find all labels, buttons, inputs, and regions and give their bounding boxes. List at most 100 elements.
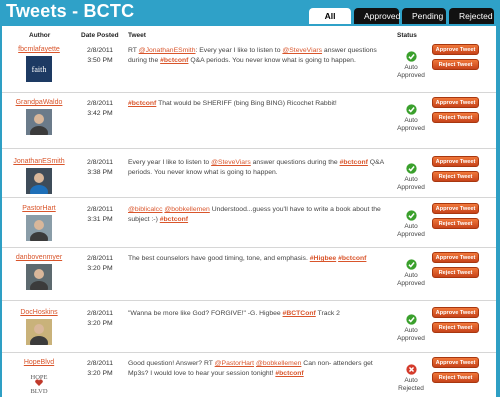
hashtag-link[interactable]: #BCTConf [283,310,316,317]
time-text: 3:20 PM [87,319,113,327]
author-link[interactable]: danbovenmyer [8,254,70,261]
check-icon [405,210,417,221]
status-text: Auto Approved [397,64,425,80]
reject-tweet-button[interactable]: Reject Tweet [432,218,479,229]
row-actions: Approve Tweet Reject Tweet [432,44,480,74]
date-text: 2/8/2011 [87,255,113,262]
reject-tweet-button[interactable]: Reject Tweet [432,171,479,182]
mention-link[interactable]: @SteveViars [211,159,251,166]
date-text: 2/8/2011 [87,360,113,367]
row-actions: Approve Tweet Reject Tweet [432,97,480,127]
hashtag-link[interactable]: #bctconf [340,159,368,166]
time-text: 3:20 PM [87,369,113,377]
table-row: fbcmlafayette faith 2/8/2011 3:50 PM RT @Jon… [2,40,498,93]
date-text: 2/8/2011 [87,159,113,166]
author-cell: danbovenmyer [8,254,70,290]
author-link[interactable]: fbcmlafayette [8,46,70,53]
date-posted: 2/8/2011 3:20 PM [79,359,121,378]
tweet-text: @biblicalcc @bobkellemen Understood...gu… [128,206,381,223]
author-cell: GrandpaWaldo [8,99,70,135]
check-icon [405,51,417,62]
avatar-logo-text: faith [32,65,47,74]
avatar-logo-text: BLVD [30,388,47,395]
avatar[interactable] [26,168,52,194]
mention-link[interactable]: @PastorHart [215,360,254,367]
avatar[interactable] [26,215,52,241]
hashtag-link[interactable]: #bctconf [160,216,188,223]
time-text: 3:50 PM [87,56,113,64]
date-text: 2/8/2011 [87,47,113,54]
scrollbar[interactable] [496,26,500,397]
column-header-tweet: Tweet [128,32,146,39]
date-text: 2/8/2011 [87,206,113,213]
mention-link[interactable]: @bobkellemen [164,206,209,213]
status-badge: Auto Approved [394,210,428,240]
reject-tweet-button[interactable]: Reject Tweet [432,112,479,123]
author-cell: DocHoskins [8,309,70,345]
x-icon [405,364,417,375]
tweet-text: Every year I like to listen to @SteveVia… [128,159,384,176]
approve-tweet-button[interactable]: Approve Tweet [432,252,479,263]
tweet-text: #bctconf That would be SHERIFF (bing Bin… [128,100,337,107]
tab-all[interactable]: All [309,8,351,24]
reject-tweet-button[interactable]: Reject Tweet [432,267,479,278]
time-text: 3:20 PM [87,264,113,272]
avatar-logo-text: HOPE [31,374,48,381]
status-text: Auto Approved [397,176,425,192]
tweet-text: The best counselors have good timing, to… [128,255,367,262]
date-text: 2/8/2011 [87,100,113,107]
tab-rejected[interactable]: Rejected [449,8,494,24]
reject-tweet-button[interactable]: Reject Tweet [432,322,479,333]
mention-link[interactable]: @biblicalcc [128,206,162,213]
status-badge: Auto Approved [394,259,428,289]
filter-tabs: All Approved Pending Rejected [309,8,494,24]
avatar[interactable] [26,264,52,290]
row-actions: Approve Tweet Reject Tweet [432,156,480,186]
author-cell: HopeBlvd HOPE BLVD [8,359,70,395]
mention-link[interactable]: @bobkellemen [256,360,301,367]
author-link[interactable]: GrandpaWaldo [8,99,70,106]
row-actions: Approve Tweet Reject Tweet [432,203,480,233]
page-title: Tweets - BCTC [6,1,135,21]
avatar[interactable] [26,319,52,345]
hashtag-link[interactable]: #Higbee [310,255,336,262]
table-row: danbovenmyer 2/8/2011 3:20 PM The best coun… [2,248,498,301]
approve-tweet-button[interactable]: Approve Tweet [432,156,479,167]
date-posted: 2/8/2011 3:50 PM [79,46,121,65]
date-posted: 2/8/2011 3:31 PM [79,205,121,224]
date-posted: 2/8/2011 3:20 PM [79,309,121,328]
avatar[interactable]: faith [26,56,52,82]
status-text: Auto Approved [397,223,425,239]
reject-tweet-button[interactable]: Reject Tweet [432,372,479,383]
status-badge: Auto Approved [394,163,428,193]
status-text: Auto Approved [397,117,425,133]
hashtag-link[interactable]: #bctconf [128,100,156,107]
hashtag-link[interactable]: #bctconf [338,255,366,262]
approve-tweet-button[interactable]: Approve Tweet [432,44,479,55]
check-icon [405,314,417,325]
author-link[interactable]: HopeBlvd [8,359,70,366]
tab-approved[interactable]: Approved [354,8,400,24]
author-link[interactable]: DocHoskins [8,309,70,316]
approve-tweet-button[interactable]: Approve Tweet [432,307,479,318]
time-text: 3:42 PM [87,109,113,117]
hashtag-link[interactable]: #bctconf [160,57,188,64]
mention-link[interactable]: @JonathanESmith [139,47,196,54]
mention-link[interactable]: @SteveViars [282,47,322,54]
approve-tweet-button[interactable]: Approve Tweet [432,97,479,108]
tweet-text: "Wanna be more like God? FORGIVE!" -G. H… [128,310,340,317]
check-icon [405,163,417,174]
approve-tweet-button[interactable]: Approve Tweet [432,357,479,368]
date-posted: 2/8/2011 3:42 PM [79,99,121,118]
approve-tweet-button[interactable]: Approve Tweet [432,203,479,214]
avatar[interactable]: HOPE BLVD [26,369,52,395]
author-cell: JonathanESmith [8,158,70,194]
tweets-panel: Author Date Posted Tweet Status fbcmlafa… [2,26,498,397]
tab-pending[interactable]: Pending [402,8,446,24]
avatar[interactable] [26,109,52,135]
check-icon [405,104,417,115]
hashtag-link[interactable]: #bctconf [275,370,303,377]
reject-tweet-button[interactable]: Reject Tweet [432,59,479,70]
author-link[interactable]: PastorHart [8,205,70,212]
author-link[interactable]: JonathanESmith [8,158,70,165]
